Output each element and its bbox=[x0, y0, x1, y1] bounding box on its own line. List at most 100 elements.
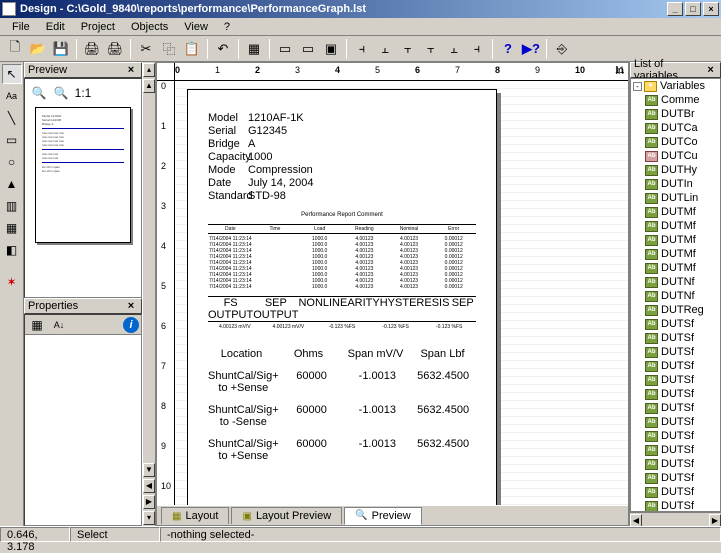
rect-tool[interactable]: ▭ bbox=[2, 130, 22, 150]
help-button[interactable]: ? bbox=[497, 38, 519, 60]
tree-root[interactable]: - ✶ Variables bbox=[631, 79, 720, 93]
ellipse-tool[interactable]: ○ bbox=[2, 152, 22, 172]
prop-sort-icon[interactable]: A↓ bbox=[49, 315, 69, 335]
variable-item[interactable]: AbDUTCo bbox=[631, 135, 720, 149]
preview-panel-close[interactable]: × bbox=[124, 64, 138, 76]
print-preview-button[interactable]: 🖨 bbox=[104, 38, 126, 60]
variable-item[interactable]: AbComme bbox=[631, 93, 720, 107]
variable-item[interactable]: AbDUTSf bbox=[631, 359, 720, 373]
scroll-up-top-icon[interactable]: ▴ bbox=[143, 63, 155, 77]
formtext-tool[interactable]: ◧ bbox=[2, 240, 22, 260]
side-scroll-column: ▴ ▲ ▼ ◀ ▶ ▾ bbox=[142, 62, 156, 526]
variable-icon: Ab bbox=[645, 95, 658, 106]
scroll-down-icon[interactable]: ▼ bbox=[143, 463, 155, 477]
barcode-tool[interactable]: ▥ bbox=[2, 196, 22, 216]
align-right-button[interactable]: ⫟ bbox=[397, 38, 419, 60]
preview-thumbnail[interactable]: Model 1210AFSerial G12345Bridge A row ro… bbox=[35, 107, 131, 243]
variable-item[interactable]: AbDUTMf bbox=[631, 247, 720, 261]
variable-item[interactable]: AbDUTCa bbox=[631, 121, 720, 135]
tab-layout[interactable]: ▦Layout bbox=[161, 507, 229, 524]
scroll-down-bottom-icon[interactable]: ▾ bbox=[143, 511, 155, 525]
align-left-button[interactable]: ⫞ bbox=[351, 38, 373, 60]
variable-item[interactable]: AbDUTSf bbox=[631, 387, 720, 401]
design-canvas[interactable]: Model1210AF-1K SerialG12345 BridgeA Capa… bbox=[175, 81, 628, 505]
variable-item[interactable]: AbDUTReg bbox=[631, 303, 720, 317]
image-tool[interactable]: ▲ bbox=[2, 174, 22, 194]
variable-item[interactable]: AbDUTMf bbox=[631, 261, 720, 275]
variable-item[interactable]: AbDUTSf bbox=[631, 373, 720, 387]
copy-button[interactable]: ⿻ bbox=[158, 38, 180, 60]
text-tool[interactable]: Aa bbox=[2, 86, 22, 106]
context-help-button[interactable]: ▶? bbox=[520, 38, 542, 60]
variable-item[interactable]: AbDUTIn bbox=[631, 177, 720, 191]
variables-hscroll[interactable]: ◀ ▶ bbox=[630, 512, 721, 526]
properties-panel-title: Properties bbox=[28, 300, 78, 312]
variables-panel-close[interactable]: × bbox=[704, 64, 717, 76]
menu-project[interactable]: Project bbox=[73, 19, 123, 35]
variable-item[interactable]: AbDUTSf bbox=[631, 345, 720, 359]
table-tool[interactable]: ▦ bbox=[2, 218, 22, 238]
menu-view[interactable]: View bbox=[176, 19, 216, 35]
group-button[interactable]: ▣ bbox=[320, 38, 342, 60]
variable-item[interactable]: AbDUTSf bbox=[631, 499, 720, 512]
minimize-button[interactable]: _ bbox=[667, 2, 683, 16]
variable-item[interactable]: AbDUTMf bbox=[631, 205, 720, 219]
grid-button[interactable]: ▦ bbox=[243, 38, 265, 60]
undo-button[interactable]: ↶ bbox=[212, 38, 234, 60]
variable-item[interactable]: AbDUTSf bbox=[631, 457, 720, 471]
align-middle-button[interactable]: ⫠ bbox=[443, 38, 465, 60]
menu-help[interactable]: ? bbox=[216, 19, 238, 35]
variable-item[interactable]: AbDUTHy bbox=[631, 163, 720, 177]
prop-categorized-icon[interactable]: ▦ bbox=[27, 315, 47, 335]
zoom-fit-icon[interactable]: 1:1 bbox=[73, 83, 93, 103]
scroll-right-icon[interactable]: ▶ bbox=[143, 495, 155, 509]
bring-front-button[interactable]: ▭ bbox=[274, 38, 296, 60]
variables-tree[interactable]: - ✶ Variables AbCommeAbDUTBrAbDUTCaAbDUT… bbox=[630, 78, 721, 512]
open-button[interactable]: 📂 bbox=[27, 38, 49, 60]
variable-item[interactable]: AbDUTSf bbox=[631, 429, 720, 443]
tab-preview[interactable]: 🔍Preview bbox=[344, 507, 422, 525]
preview-panel-header: Preview × bbox=[24, 62, 142, 78]
variable-item[interactable]: AbDUTSf bbox=[631, 443, 720, 457]
send-back-button[interactable]: ▭ bbox=[297, 38, 319, 60]
variable-item[interactable]: AbDUTCu bbox=[631, 149, 720, 163]
new-button[interactable]: 🗋 bbox=[4, 38, 26, 60]
variable-item[interactable]: AbDUTNf bbox=[631, 289, 720, 303]
cut-button[interactable]: ✂ bbox=[135, 38, 157, 60]
collapse-icon[interactable]: - bbox=[633, 82, 642, 91]
properties-panel-close[interactable]: × bbox=[124, 300, 138, 312]
variable-item[interactable]: AbDUTMf bbox=[631, 219, 720, 233]
select-tool[interactable]: ↖ bbox=[2, 64, 22, 84]
save-button[interactable]: 💾 bbox=[50, 38, 72, 60]
maximize-button[interactable]: □ bbox=[685, 2, 701, 16]
print-button[interactable]: 🖨 bbox=[81, 38, 103, 60]
variable-item[interactable]: AbDUTSf bbox=[631, 485, 720, 499]
variable-item[interactable]: AbDUTSf bbox=[631, 331, 720, 345]
zoom-in-icon[interactable]: 🔍 bbox=[29, 83, 49, 103]
close-button[interactable]: × bbox=[703, 2, 719, 16]
scroll-up-icon[interactable]: ▲ bbox=[143, 79, 155, 93]
variable-item[interactable]: AbDUTSf bbox=[631, 471, 720, 485]
paste-button[interactable]: 📋 bbox=[181, 38, 203, 60]
report-page[interactable]: Model1210AF-1K SerialG12345 BridgeA Capa… bbox=[187, 89, 497, 505]
variable-item[interactable]: AbDUTMf bbox=[631, 233, 720, 247]
info-icon[interactable]: i bbox=[123, 317, 139, 333]
align-bottom-button[interactable]: ⫞ bbox=[466, 38, 488, 60]
variable-tool[interactable]: ✶ bbox=[2, 272, 22, 292]
variable-item[interactable]: AbDUTBr bbox=[631, 107, 720, 121]
zoom-out-icon[interactable]: 🔍 bbox=[51, 83, 71, 103]
variable-item[interactable]: AbDUTSf bbox=[631, 415, 720, 429]
scroll-left-icon[interactable]: ◀ bbox=[143, 479, 155, 493]
line-tool[interactable]: ╲ bbox=[2, 108, 22, 128]
menu-edit[interactable]: Edit bbox=[38, 19, 73, 35]
menu-file[interactable]: File bbox=[4, 19, 38, 35]
variable-item[interactable]: AbDUTLin bbox=[631, 191, 720, 205]
anchor-button[interactable]: ⎆ bbox=[551, 38, 573, 60]
menu-objects[interactable]: Objects bbox=[123, 19, 176, 35]
variable-item[interactable]: AbDUTNf bbox=[631, 275, 720, 289]
align-center-button[interactable]: ⫠ bbox=[374, 38, 396, 60]
align-top-button[interactable]: ⫟ bbox=[420, 38, 442, 60]
variable-item[interactable]: AbDUTSf bbox=[631, 401, 720, 415]
tab-layout-preview[interactable]: ▣Layout Preview bbox=[231, 507, 342, 524]
variable-item[interactable]: AbDUTSf bbox=[631, 317, 720, 331]
